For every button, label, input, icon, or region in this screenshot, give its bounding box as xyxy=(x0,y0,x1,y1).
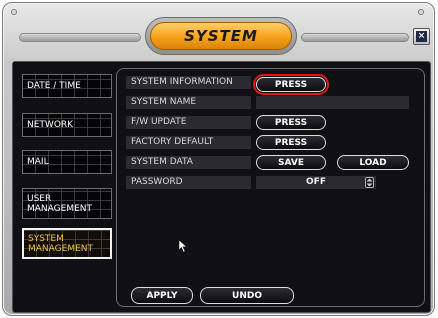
sidebar-item-system-management[interactable]: SYSTEM MANAGEMENT xyxy=(22,228,112,259)
apply-button[interactable]: APPLY xyxy=(131,287,193,304)
system-data-label: SYSTEM DATA xyxy=(126,156,251,169)
system-data-load-button[interactable]: LOAD xyxy=(337,155,409,170)
sidebar-item-mail[interactable]: MAIL xyxy=(22,150,112,174)
corner-screw-left xyxy=(11,9,17,15)
sidebar-item-date-time[interactable]: DATE / TIME xyxy=(22,74,112,98)
mouse-cursor-icon xyxy=(178,239,188,253)
fw-update-label: F/W UPDATE xyxy=(126,116,251,129)
sidebar-item-network[interactable]: NETWORK xyxy=(22,113,112,137)
up-down-arrow-icon xyxy=(366,178,373,187)
system-data-save-button[interactable]: SAVE xyxy=(256,155,326,170)
factory-default-label: FACTORY DEFAULT xyxy=(126,136,251,149)
system-information-label: SYSTEM INFORMATION xyxy=(126,76,251,89)
settings-panel: SYSTEM INFORMATION PRESS SYSTEM NAME F/W… xyxy=(116,68,425,307)
title-bar-decoration-left xyxy=(19,33,141,42)
undo-button[interactable]: UNDO xyxy=(200,287,294,304)
password-spinner[interactable] xyxy=(365,177,374,188)
system-name-label: SYSTEM NAME xyxy=(126,96,251,109)
close-icon: × xyxy=(416,31,427,42)
system-name-field[interactable] xyxy=(256,96,409,109)
password-select[interactable]: OFF xyxy=(256,176,376,189)
title-bar-decoration-right xyxy=(301,33,409,42)
corner-screw-right xyxy=(418,9,424,15)
close-button[interactable]: × xyxy=(413,28,430,45)
fw-update-press-button[interactable]: PRESS xyxy=(256,115,326,130)
factory-default-press-button[interactable]: PRESS xyxy=(256,135,326,150)
sidebar-item-user-management[interactable]: USER MANAGEMENT xyxy=(22,188,112,219)
menu-screen: DATE / TIME NETWORK MAIL USER MANAGEMENT… xyxy=(12,61,431,313)
system-window: SYSTEM × DATE / TIME NETWORK MAIL USER M… xyxy=(2,2,435,316)
window-title: SYSTEM xyxy=(150,22,292,50)
system-information-press-button[interactable]: PRESS xyxy=(256,77,326,92)
password-label: PASSWORD xyxy=(126,176,251,189)
window-title-badge: SYSTEM xyxy=(145,17,297,55)
